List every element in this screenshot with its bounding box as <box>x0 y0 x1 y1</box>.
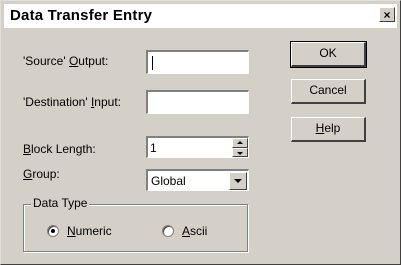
ascii-radio-label[interactable]: Ascii <box>182 224 207 238</box>
ascii-radio[interactable] <box>162 225 174 237</box>
ok-button[interactable]: OK <box>290 41 367 68</box>
group-selected-value: Global <box>151 174 186 188</box>
source-output-input[interactable] <box>151 52 248 73</box>
data-transfer-entry-dialog: Data Transfer Entry × 'Source' Output: '… <box>0 0 401 265</box>
close-icon: × <box>383 8 391 22</box>
block-length-label: Block Length: <box>23 142 96 156</box>
destination-input-label: 'Destination' Input: <box>23 95 121 109</box>
block-length-spinbox[interactable]: 1 <box>146 136 249 158</box>
arrow-down-icon <box>237 151 243 155</box>
radio-selected-dot <box>51 229 55 233</box>
spin-down-button[interactable] <box>232 147 248 157</box>
source-output-field[interactable] <box>146 50 249 74</box>
group-label: Group: <box>23 167 60 181</box>
cancel-button[interactable]: Cancel <box>291 79 366 104</box>
group-select[interactable]: Global <box>146 169 249 191</box>
numeric-radio[interactable] <box>47 225 59 237</box>
destination-input-input[interactable] <box>151 92 248 113</box>
arrow-up-icon <box>237 141 243 144</box>
numeric-radio-label[interactable]: Numeric <box>67 224 112 238</box>
window-title: Data Transfer Entry <box>10 7 153 24</box>
chevron-down-icon <box>234 179 242 183</box>
block-length-value[interactable]: 1 <box>150 141 157 155</box>
title-bar: Data Transfer Entry × <box>4 4 397 28</box>
destination-input-field[interactable] <box>146 90 249 114</box>
text-caret <box>152 56 153 70</box>
group-dropdown-button[interactable] <box>229 172 247 190</box>
data-type-legend: Data Type <box>31 196 90 210</box>
help-button[interactable]: Help <box>291 117 366 142</box>
close-button[interactable]: × <box>379 7 395 22</box>
spin-up-button[interactable] <box>232 138 248 148</box>
block-length-spinner[interactable] <box>232 138 248 157</box>
source-output-label: 'Source' Output: <box>23 54 109 68</box>
